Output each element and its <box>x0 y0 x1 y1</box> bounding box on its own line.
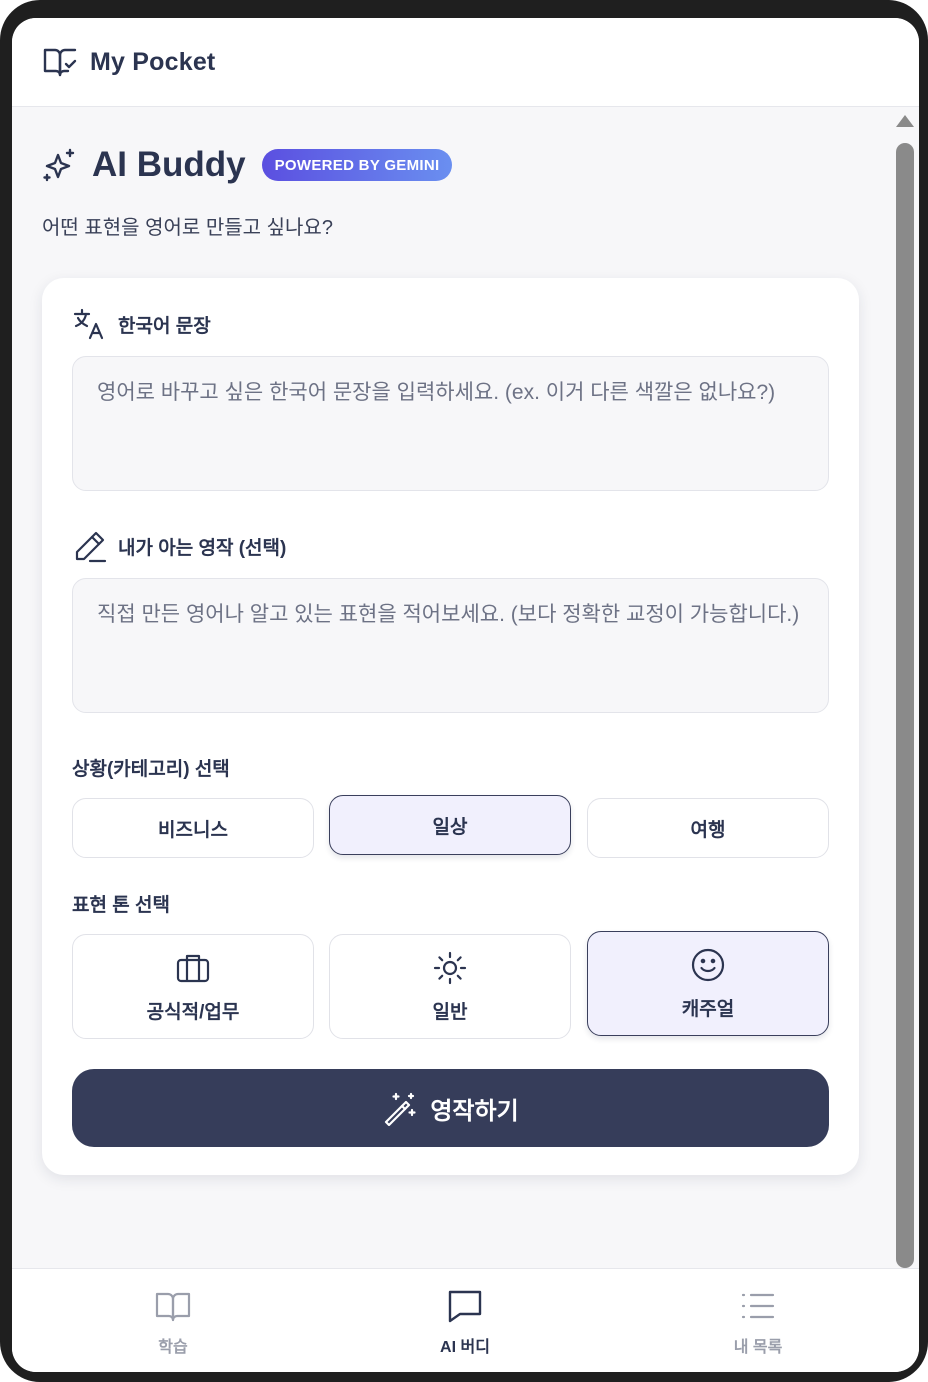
book-open-icon <box>155 1292 191 1322</box>
tone-formal-button[interactable]: 공식적/업무 <box>72 934 314 1039</box>
nav-ai-buddy-label: AI 버디 <box>440 1339 490 1356</box>
scroll-thumb[interactable] <box>896 143 914 1268</box>
nav-item-ai-buddy[interactable]: AI 버디 <box>385 1287 545 1357</box>
book-check-icon <box>43 48 77 77</box>
korean-sentence-label: 한국어 문장 <box>72 306 211 342</box>
tone-general-button[interactable]: 일반 <box>329 934 571 1039</box>
english-attempt-input[interactable]: 직접 만든 영어나 알고 있는 표현을 적어보세요. (보다 정확한 교정이 가… <box>72 578 829 713</box>
scrollbar[interactable] <box>895 113 915 1268</box>
compose-card: 한국어 문장 영어로 바꾸고 싶은 한국어 문장을 입력하세요. (ex. 이거… <box>42 278 859 1175</box>
category-daily-button[interactable]: 일상 <box>329 795 571 855</box>
powered-by-badge: POWERED BY GEMINI <box>261 149 453 181</box>
list-icon <box>741 1293 775 1319</box>
korean-sentence-input[interactable]: 영어로 바꾸고 싶은 한국어 문장을 입력하세요. (ex. 이거 다른 색깔은… <box>72 356 829 491</box>
smile-icon <box>691 948 725 982</box>
sparkle-icon <box>43 148 75 182</box>
category-travel-button[interactable]: 여행 <box>587 798 829 858</box>
nav-my-list-label: 내 목록 <box>733 1339 783 1356</box>
english-attempt-label: 내가 아는 영작 (선택) <box>72 528 286 564</box>
top-header: My Pocket <box>12 18 919 107</box>
scroll-up-arrow[interactable] <box>896 115 914 127</box>
app-title: My Pocket <box>90 47 216 76</box>
magic-wand-icon <box>385 1092 416 1126</box>
app-screen: My Pocket AI Buddy POWERED BY GEMINI 어떤 … <box>12 18 919 1372</box>
tone-general-label: 일반 <box>432 1002 468 1023</box>
submit-label: 영작하기 <box>430 1097 519 1125</box>
sun-icon <box>433 951 467 985</box>
category-label: 상황(카테고리) 선택 <box>72 759 230 780</box>
korean-label-text: 한국어 문장 <box>118 315 211 337</box>
bottom-nav: 학습 AI 버디 내 목록 <box>12 1268 919 1372</box>
page-subtitle: 어떤 표현을 영어로 만들고 싶나요? <box>42 217 333 239</box>
translate-icon <box>73 308 104 340</box>
english-label-text: 내가 아는 영작 (선택) <box>118 537 287 559</box>
tone-label: 표현 톤 선택 <box>72 895 170 916</box>
chat-bubble-icon <box>448 1290 482 1323</box>
nav-item-my-list[interactable]: 내 목록 <box>678 1287 838 1357</box>
briefcase-icon <box>176 954 210 983</box>
tone-casual-label: 캐주얼 <box>681 999 735 1020</box>
compose-submit-button[interactable]: 영작하기 <box>72 1069 829 1147</box>
title-row: AI Buddy POWERED BY GEMINI <box>42 145 453 185</box>
device-frame: My Pocket AI Buddy POWERED BY GEMINI 어떤 … <box>0 0 928 1382</box>
tone-casual-button[interactable]: 캐주얼 <box>587 931 829 1036</box>
tone-formal-label: 공식적/업무 <box>146 1002 240 1023</box>
category-business-button[interactable]: 비즈니스 <box>72 798 314 858</box>
page-title: AI Buddy <box>92 145 246 184</box>
nav-study-label: 학습 <box>158 1339 188 1356</box>
pencil-icon <box>75 531 107 563</box>
nav-item-study[interactable]: 학습 <box>93 1287 253 1357</box>
